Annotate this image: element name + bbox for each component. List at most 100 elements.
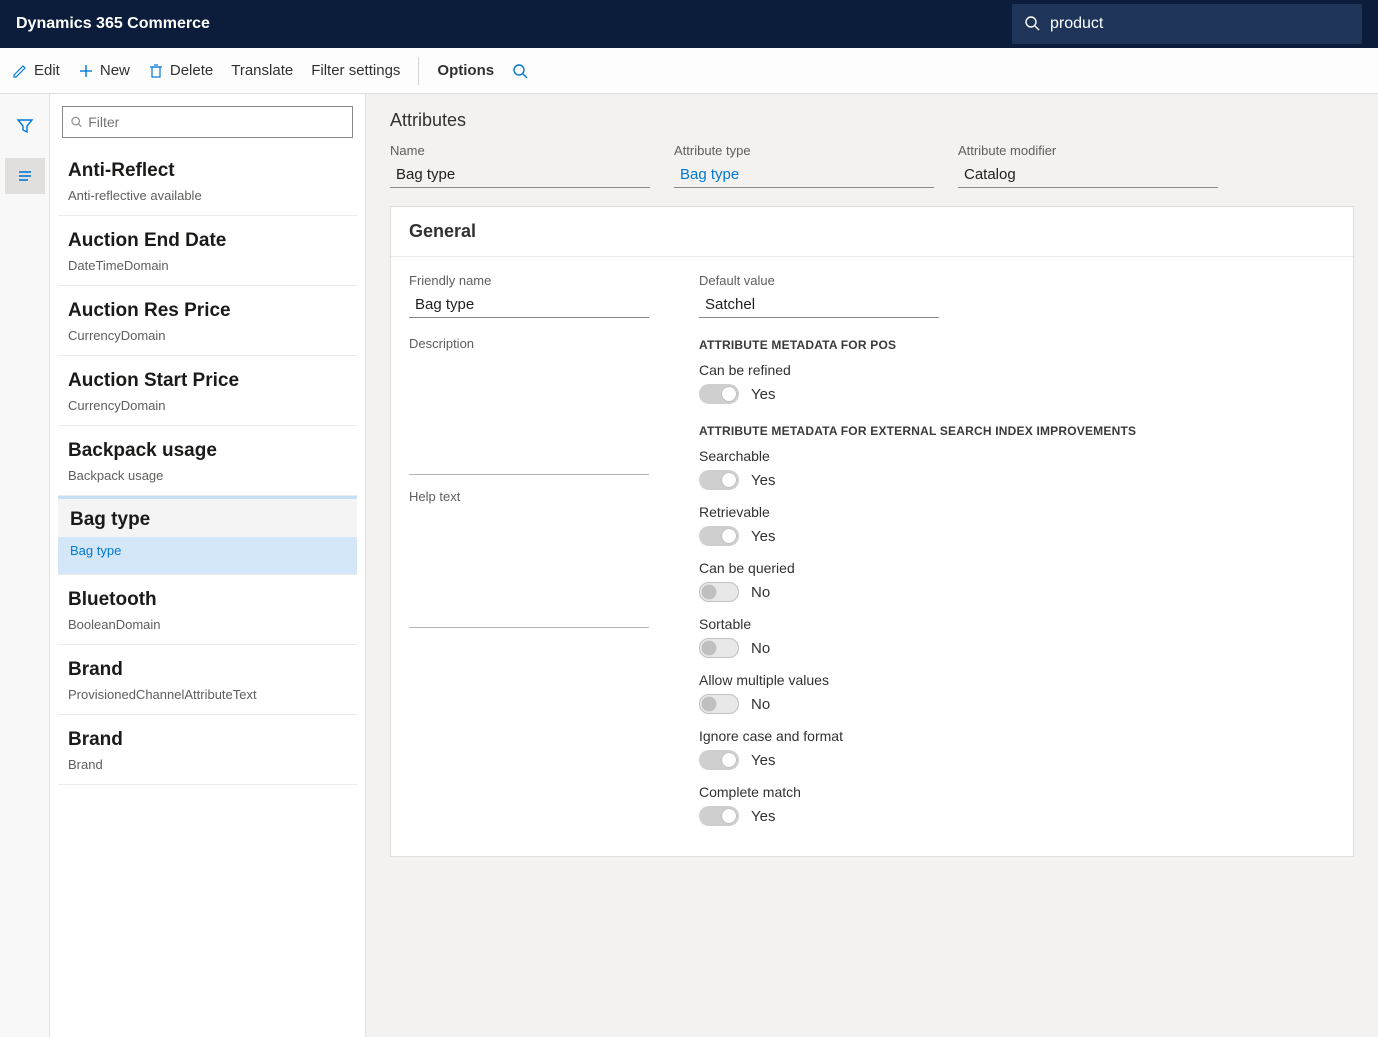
toggle-label: Can be refined bbox=[699, 362, 1335, 378]
default-value-input[interactable]: Satchel bbox=[699, 292, 939, 318]
translate-button[interactable]: Translate bbox=[231, 62, 293, 79]
toggle-value: Yes bbox=[751, 808, 775, 825]
edit-button[interactable]: Edit bbox=[12, 62, 60, 79]
options-button[interactable]: Options bbox=[437, 62, 494, 79]
toggle-value: Yes bbox=[751, 472, 775, 489]
options-label: Options bbox=[437, 62, 494, 79]
toggle-complete_match: Complete match Yes bbox=[699, 784, 1335, 826]
list-item-title: Backpack usage bbox=[68, 440, 347, 462]
left-rail bbox=[0, 94, 50, 1037]
list-item[interactable]: Anti-Reflect Anti-reflective available bbox=[58, 146, 357, 216]
list-column: Anti-Reflect Anti-reflective available Auc… bbox=[50, 94, 366, 1037]
toggle-can_be_queried: Can be queried No bbox=[699, 560, 1335, 602]
list-item-sub: BooleanDomain bbox=[68, 617, 347, 632]
toggle-switch[interactable] bbox=[699, 806, 739, 826]
list-item-title: Brand bbox=[68, 659, 347, 681]
filter-input[interactable] bbox=[88, 114, 344, 130]
workspace: Anti-Reflect Anti-reflective available Auc… bbox=[0, 94, 1378, 1037]
search-input[interactable] bbox=[1050, 15, 1350, 33]
toggle-switch[interactable] bbox=[699, 638, 739, 658]
pos-metadata-header: ATTRIBUTE METADATA FOR POS bbox=[699, 338, 1335, 352]
toggle-switch[interactable] bbox=[699, 750, 739, 770]
list-item-sub: DateTimeDomain bbox=[68, 258, 347, 273]
attrtype-link[interactable]: Bag type bbox=[674, 162, 934, 188]
toggle-sortable: Sortable No bbox=[699, 616, 1335, 658]
list-item[interactable]: Brand ProvisionedChannelAttributeText bbox=[58, 645, 357, 715]
list-item-sub: Brand bbox=[68, 757, 347, 772]
list-item-title: Auction Res Price bbox=[68, 300, 347, 322]
detail-header: Attributes bbox=[390, 110, 1354, 131]
list-item-title: Anti-Reflect bbox=[68, 160, 347, 182]
search-icon bbox=[1024, 15, 1050, 34]
general-card: General Friendly name Bag type Descripti… bbox=[390, 206, 1354, 857]
list-item[interactable]: Bluetooth BooleanDomain bbox=[58, 575, 357, 645]
new-label: New bbox=[100, 62, 130, 79]
list-item-title: Bag type bbox=[70, 509, 345, 531]
list-item-sub: Anti-reflective available bbox=[68, 188, 347, 203]
toggle-switch[interactable] bbox=[699, 470, 739, 490]
list-rail-button[interactable] bbox=[5, 158, 45, 194]
toggle-label: Can be queried bbox=[699, 560, 1335, 576]
list-item-title: Bluetooth bbox=[68, 589, 347, 611]
ext-metadata-header: ATTRIBUTE METADATA FOR EXTERNAL SEARCH I… bbox=[699, 424, 1335, 438]
toggle-value: No bbox=[751, 584, 770, 601]
toggle-label: Searchable bbox=[699, 448, 1335, 464]
filter-settings-label: Filter settings bbox=[311, 62, 400, 79]
toggle-switch[interactable] bbox=[699, 384, 739, 404]
list-item-sub: CurrencyDomain bbox=[68, 398, 347, 413]
top-bar: Dynamics 365 Commerce bbox=[0, 0, 1378, 48]
list-item[interactable]: Auction End Date DateTimeDomain bbox=[58, 216, 357, 286]
general-header: General bbox=[391, 207, 1353, 257]
edit-label: Edit bbox=[34, 62, 60, 79]
friendly-name-label: Friendly name bbox=[409, 273, 649, 288]
delete-label: Delete bbox=[170, 62, 213, 79]
modifier-input[interactable]: Catalog bbox=[958, 162, 1218, 188]
toggle-label: Allow multiple values bbox=[699, 672, 1335, 688]
delete-button[interactable]: Delete bbox=[148, 62, 213, 79]
filter-rail-button[interactable] bbox=[5, 108, 45, 144]
toggle-switch[interactable] bbox=[699, 582, 739, 602]
new-button[interactable]: New bbox=[78, 62, 130, 79]
divider bbox=[418, 57, 419, 85]
toggle-label: Complete match bbox=[699, 784, 1335, 800]
toggle-value: Yes bbox=[751, 528, 775, 545]
search-box[interactable] bbox=[1012, 4, 1362, 44]
toggle-label: Ignore case and format bbox=[699, 728, 1335, 744]
filter-settings-button[interactable]: Filter settings bbox=[311, 62, 400, 79]
name-input[interactable]: Bag type bbox=[390, 162, 650, 188]
description-label: Description bbox=[409, 336, 649, 351]
detail-pane: Attributes Name Bag type Attribute type … bbox=[366, 94, 1378, 1037]
description-textarea[interactable] bbox=[409, 355, 649, 475]
list-item-sub: CurrencyDomain bbox=[68, 328, 347, 343]
list-item[interactable]: Backpack usageBackpack usage bbox=[58, 426, 357, 496]
list-item-title: Auction Start Price bbox=[68, 370, 347, 392]
list-item[interactable]: Auction Start Price CurrencyDomain bbox=[58, 356, 357, 426]
list-item-title: Brand bbox=[68, 729, 347, 751]
list-item-sub: ProvisionedChannelAttributeText bbox=[68, 687, 347, 702]
toggle-value: Yes bbox=[751, 386, 775, 403]
list-item-sub: Bag type bbox=[70, 543, 345, 558]
filter-box[interactable] bbox=[62, 106, 353, 138]
list-item[interactable]: Auction Res Price CurrencyDomain bbox=[58, 286, 357, 356]
list-item-title: Auction End Date bbox=[68, 230, 347, 252]
toggle-value: Yes bbox=[751, 752, 775, 769]
name-label: Name bbox=[390, 143, 650, 158]
modifier-label: Attribute modifier bbox=[958, 143, 1218, 158]
list-item[interactable]: Bag type Bag type bbox=[58, 496, 357, 575]
friendly-name-input[interactable]: Bag type bbox=[409, 292, 649, 318]
toggle-switch[interactable] bbox=[699, 694, 739, 714]
helptext-textarea[interactable] bbox=[409, 508, 649, 628]
default-value-label: Default value bbox=[699, 273, 1335, 288]
toggle-ignore_case: Ignore case and format Yes bbox=[699, 728, 1335, 770]
search-command-button[interactable] bbox=[512, 63, 528, 79]
toggle-label: Sortable bbox=[699, 616, 1335, 632]
toggle-can_be_refined: Can be refined Yes bbox=[699, 362, 1335, 404]
toggle-value: No bbox=[751, 640, 770, 657]
command-bar: Edit New Delete Translate Filter setting… bbox=[0, 48, 1378, 94]
app-title: Dynamics 365 Commerce bbox=[16, 15, 1012, 33]
list-item[interactable]: Brand Brand bbox=[58, 715, 357, 785]
toggle-switch[interactable] bbox=[699, 526, 739, 546]
translate-label: Translate bbox=[231, 62, 293, 79]
toggle-searchable: Searchable Yes bbox=[699, 448, 1335, 490]
toggle-label: Retrievable bbox=[699, 504, 1335, 520]
